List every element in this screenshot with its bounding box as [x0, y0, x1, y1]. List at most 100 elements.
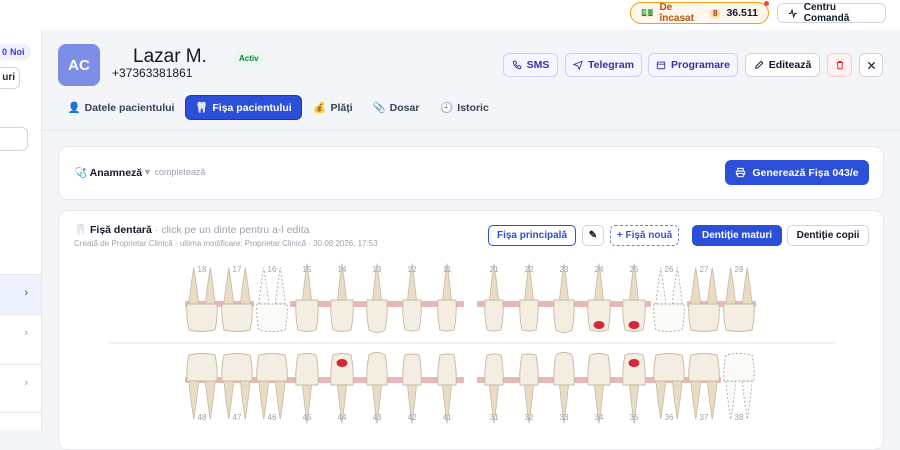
tooth-23[interactable]: 23 — [553, 263, 575, 333]
tooth-number: 21 — [490, 265, 499, 274]
tooth-root — [239, 380, 251, 420]
tooth-crown — [295, 353, 319, 386]
tooth-crown — [402, 299, 422, 332]
tooth-number: 41 — [443, 413, 452, 422]
tooth-root — [706, 380, 718, 420]
tooth-number: 31 — [490, 413, 499, 422]
tooth-crown — [723, 303, 755, 332]
tooth-number: 42 — [408, 413, 417, 422]
tooth-root — [204, 267, 216, 305]
tooth-crown — [622, 353, 646, 386]
tooth-17[interactable]: 17 — [221, 265, 253, 332]
tooth-number: 37 — [700, 413, 709, 422]
tooth-18[interactable]: 18 — [186, 265, 218, 332]
tooth-35[interactable]: 35 — [622, 353, 646, 424]
tooth-crown — [587, 353, 611, 386]
tooth-number: 11 — [443, 265, 452, 274]
tooth-41[interactable]: 41 — [437, 353, 457, 424]
tooth-44[interactable]: 44 — [330, 353, 354, 424]
tooth-38[interactable]: 38 — [723, 353, 755, 423]
tooth-root — [741, 380, 753, 420]
tooth-24[interactable]: 24 — [587, 263, 611, 332]
tooth-number: 16 — [268, 265, 277, 274]
tooth-root — [274, 267, 286, 305]
tooth-48[interactable]: 48 — [186, 353, 218, 423]
tooth-14[interactable]: 14 — [330, 263, 354, 332]
tooth-31[interactable]: 31 — [484, 353, 504, 424]
tooth-42[interactable]: 42 — [402, 353, 422, 424]
tooth-47[interactable]: 47 — [221, 353, 253, 423]
tooth-crown — [256, 353, 288, 382]
tooth-crown — [723, 353, 755, 382]
tooth-number: 43 — [373, 413, 382, 422]
tooth-crown — [221, 353, 253, 382]
tooth-crown — [553, 299, 575, 333]
tooth-number: 26 — [665, 265, 674, 274]
tooth-number: 14 — [338, 265, 347, 274]
tooth-number: 15 — [303, 265, 312, 274]
tooth-number: 18 — [198, 265, 207, 274]
tooth-crown — [186, 303, 218, 332]
tooth-number: 45 — [303, 413, 312, 422]
tooth-number: 46 — [268, 413, 277, 422]
tooth-crown — [653, 303, 685, 332]
tooth-crown — [653, 353, 685, 382]
tooth-46[interactable]: 46 — [256, 353, 288, 423]
tooth-crown — [519, 299, 539, 332]
tooth-crown — [330, 299, 354, 332]
tooth-number: 32 — [525, 413, 534, 422]
tooth-45[interactable]: 45 — [295, 353, 319, 424]
tooth-number: 12 — [408, 265, 417, 274]
tooth-15[interactable]: 15 — [295, 263, 319, 332]
tooth-root — [274, 380, 286, 420]
tooth-number: 25 — [630, 265, 639, 274]
tooth-crown — [688, 303, 720, 332]
tooth-crown — [330, 353, 354, 386]
tooth-crown — [553, 352, 575, 386]
tooth-number: 47 — [233, 413, 242, 422]
tooth-34[interactable]: 34 — [587, 353, 611, 424]
tooth-27[interactable]: 27 — [688, 265, 720, 332]
caries-mark — [628, 321, 640, 329]
tooth-number: 33 — [560, 413, 569, 422]
tooth-crown — [256, 303, 288, 332]
tooth-26[interactable]: 26 — [653, 265, 685, 332]
caries-mark — [593, 321, 605, 329]
tooth-number: 34 — [595, 413, 604, 422]
caries-mark — [336, 359, 348, 367]
tooth-number: 23 — [560, 265, 569, 274]
tooth-crown — [437, 353, 457, 386]
tooth-crown — [295, 299, 319, 332]
tooth-33[interactable]: 33 — [553, 352, 575, 424]
tooth-12[interactable]: 12 — [402, 263, 422, 332]
tooth-crown — [484, 353, 504, 386]
caries-mark — [628, 359, 640, 367]
tooth-21[interactable]: 21 — [484, 263, 504, 332]
tooth-16[interactable]: 16 — [256, 265, 288, 332]
tooth-11[interactable]: 11 — [437, 263, 457, 332]
tooth-number: 38 — [735, 413, 744, 422]
tooth-number: 28 — [735, 265, 744, 274]
tooth-number: 48 — [198, 413, 207, 422]
tooth-number: 24 — [595, 265, 604, 274]
tooth-43[interactable]: 43 — [366, 352, 388, 424]
tooth-13[interactable]: 13 — [366, 263, 388, 333]
tooth-25[interactable]: 25 — [622, 263, 646, 332]
tooth-crown — [221, 303, 253, 332]
tooth-number: 44 — [338, 413, 347, 422]
tooth-37[interactable]: 37 — [688, 353, 720, 423]
tooth-28[interactable]: 28 — [723, 265, 755, 332]
tooth-root — [204, 380, 216, 420]
tooth-36[interactable]: 36 — [653, 353, 685, 423]
tooth-crown — [688, 353, 720, 382]
tooth-22[interactable]: 22 — [519, 263, 539, 332]
tooth-number: 27 — [700, 265, 709, 274]
dental-chart: 18 17 16 15 14 13 12 11 21 22 23 24 25 26 27 28 48 47 46 45… — [108, 263, 836, 424]
tooth-crown — [519, 353, 539, 386]
tooth-number: 35 — [630, 413, 639, 422]
tooth-32[interactable]: 32 — [519, 353, 539, 424]
tooth-root — [741, 267, 753, 305]
tooth-root — [706, 267, 718, 305]
tooth-crown — [366, 299, 388, 333]
tooth-crown — [366, 352, 388, 386]
